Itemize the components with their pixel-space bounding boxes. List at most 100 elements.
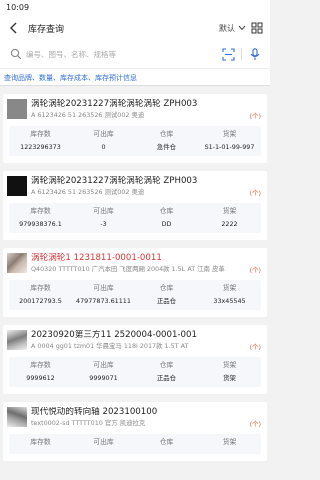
stock-cell-value: 急件仓: [156, 143, 177, 151]
stock-cell: 可出库: [72, 437, 135, 450]
stock-cell-header: 库存数: [30, 130, 51, 138]
inventory-card[interactable]: 20230920第三方11 2520004-0001-001 A 0004 gg0…: [3, 325, 267, 394]
card-spacer: [3, 233, 267, 240]
stock-cell-value: 货架: [223, 374, 236, 382]
search-icon: [10, 48, 22, 60]
stock-grid: 库存数 1223296373 可出库 0 仓库 急件仓 货架 S1-1-01-99-997: [9, 126, 261, 156]
product-details: A 6123426 51 263526 测试002 奥迪: [31, 188, 145, 196]
product-name: 涡轮涡轮1 1231811-0001-0011: [31, 253, 162, 263]
stock-cell: 可出库 47977873.61111: [72, 283, 135, 306]
stock-cell: 货架 2222: [198, 206, 261, 229]
product-name: 涡轮涡轮20231227涡轮涡轮涡轮 ZPH003: [31, 99, 198, 109]
card-spacer: [3, 387, 267, 394]
back-button[interactable]: [6, 20, 22, 36]
card-header: 涡轮涡轮20231227涡轮涡轮涡轮 ZPH003 A 6123426 51 26…: [3, 171, 267, 197]
search-bar: [0, 40, 270, 68]
search-input[interactable]: [26, 44, 215, 64]
microphone-icon: [250, 47, 260, 60]
stock-cell-header: 库存数: [30, 284, 51, 292]
inventory-card[interactable]: 涡轮涡轮20231227涡轮涡轮涡轮 ZPH003 A 6123426 51 26…: [3, 171, 267, 240]
page-title: 库存查询: [28, 24, 65, 35]
inventory-card[interactable]: 涡轮涡轮1 1231811-0001-0011 Q40320 TTTTT010 广…: [3, 248, 267, 317]
stock-cell: 库存数 979938376.1: [9, 206, 72, 229]
stock-cell-value: S1-1-01-99-997: [204, 143, 255, 151]
stock-grid: 库存数 979938376.1 可出库 -3 仓库 DD 货架 2222: [9, 203, 261, 233]
stock-cell-header: 仓库: [159, 284, 174, 292]
stock-cell-value: 33x45545: [213, 297, 246, 305]
stock-cell-header: 可出库: [93, 284, 114, 292]
stock-cell-header: 货架: [222, 438, 237, 446]
stock-cell-value: 正品仓: [156, 374, 177, 382]
stock-cell: 货架: [198, 437, 261, 450]
inventory-card[interactable]: 现代悦动的转向轴 2023100100 text0002-sd TTTTT010 …: [3, 402, 267, 461]
query-info-links[interactable]: 查询品牌、数量、库存成本、库存预计信息: [0, 68, 270, 86]
back-arrow-icon: [10, 22, 17, 34]
product-thumbnail[interactable]: [7, 407, 27, 427]
stock-cell-header: 货架: [222, 284, 237, 292]
stock-cell: 仓库 急件仓: [135, 129, 198, 152]
stock-cell-header: 仓库: [159, 361, 174, 369]
stock-grid: 库存数 可出库 仓库 货架: [9, 434, 261, 454]
stock-cell-header: 仓库: [159, 207, 174, 215]
card-spacer: [3, 310, 267, 317]
stock-cell-value: 9999071: [89, 374, 118, 382]
card-spacer: [3, 454, 267, 461]
stock-cell: 库存数 200172793.5: [9, 283, 72, 306]
product-info: 涡轮涡轮20231227涡轮涡轮涡轮 ZPH003 A 6123426 51 26…: [31, 99, 261, 120]
stock-cell: 货架 33x45545: [198, 283, 261, 306]
stock-cell: 仓库 正品仓: [135, 283, 198, 306]
product-info: 涡轮涡轮20231227涡轮涡轮涡轮 ZPH003 A 6123426 51 26…: [31, 176, 261, 197]
product-details: Q40320 TTTTT010 广汽本田 飞度两厢 2004款 1.5L AT …: [31, 265, 225, 273]
stock-cell-header: 货架: [222, 361, 237, 369]
stock-cell-value: 200172793.5: [19, 297, 62, 305]
stock-cell: 仓库: [135, 437, 198, 450]
stock-grid: 库存数 9999612 可出库 9999071 仓库 正品仓 货架 货架: [9, 357, 261, 387]
sort-dropdown[interactable]: 默认: [219, 23, 246, 34]
unit-badge: (个): [249, 189, 261, 197]
stock-cell-header: 货架: [222, 130, 237, 138]
stock-cell-header: 可出库: [93, 130, 114, 138]
stock-grid: 库存数 200172793.5 可出库 47977873.61111 仓库 正品仓 货架 33…: [9, 280, 261, 310]
product-details: A 6123426 51 263526 测试002 奥迪: [31, 111, 145, 119]
stock-cell: 仓库 DD: [135, 206, 198, 229]
status-bar: 10:09: [0, 0, 270, 16]
product-details: text0002-sd TTTTT010 官方 凯迪拉克: [31, 419, 146, 427]
stock-cell-header: 仓库: [159, 130, 174, 138]
product-thumbnail[interactable]: [7, 330, 27, 350]
stock-cell-header: 库存数: [30, 438, 51, 446]
stock-cell: 库存数 1223296373: [9, 129, 72, 152]
stock-cell: 库存数 9999612: [9, 360, 72, 383]
product-thumbnail[interactable]: [7, 99, 27, 119]
stock-cell-value: 979938376.1: [19, 220, 62, 228]
stock-cell: 可出库 -3: [72, 206, 135, 229]
stock-cell-value: DD: [161, 220, 172, 228]
unit-badge: (个): [249, 112, 261, 120]
stock-cell-value: -3: [100, 220, 107, 228]
stock-cell-value: 47977873.61111: [76, 297, 131, 305]
stock-cell-header: 货架: [222, 207, 237, 215]
stock-cell: 仓库 正品仓: [135, 360, 198, 383]
inventory-list: 涡轮涡轮20231227涡轮涡轮涡轮 ZPH003 A 6123426 51 26…: [0, 86, 270, 461]
scan-button[interactable]: [221, 47, 235, 61]
stock-cell-value: 1223296373: [20, 143, 61, 151]
card-spacer: [3, 156, 267, 163]
unit-badge: (个): [249, 266, 261, 274]
unit-badge: (个): [249, 420, 261, 428]
product-thumbnail[interactable]: [7, 253, 27, 273]
stock-cell: 可出库 9999071: [72, 360, 135, 383]
stock-cell-header: 库存数: [30, 207, 51, 215]
stock-cell-header: 库存数: [30, 361, 51, 369]
card-header: 涡轮涡轮20231227涡轮涡轮涡轮 ZPH003 A 6123426 51 26…: [3, 94, 267, 120]
product-thumbnail[interactable]: [7, 176, 27, 196]
stock-cell-header: 仓库: [159, 438, 174, 446]
chevron-down-icon: [238, 25, 246, 31]
product-info: 涡轮涡轮1 1231811-0001-0011 Q40320 TTTTT010 广…: [31, 253, 261, 274]
voice-button[interactable]: [248, 47, 262, 61]
menu-button[interactable]: [250, 21, 264, 35]
stock-cell-header: 可出库: [93, 207, 114, 215]
stock-cell: 库存数: [9, 437, 72, 450]
stock-cell-header: 可出库: [93, 438, 114, 446]
status-time: 10:09: [6, 3, 30, 12]
inventory-card[interactable]: 涡轮涡轮20231227涡轮涡轮涡轮 ZPH003 A 6123426 51 26…: [3, 94, 267, 163]
card-header: 20230920第三方11 2520004-0001-001 A 0004 gg0…: [3, 325, 267, 351]
